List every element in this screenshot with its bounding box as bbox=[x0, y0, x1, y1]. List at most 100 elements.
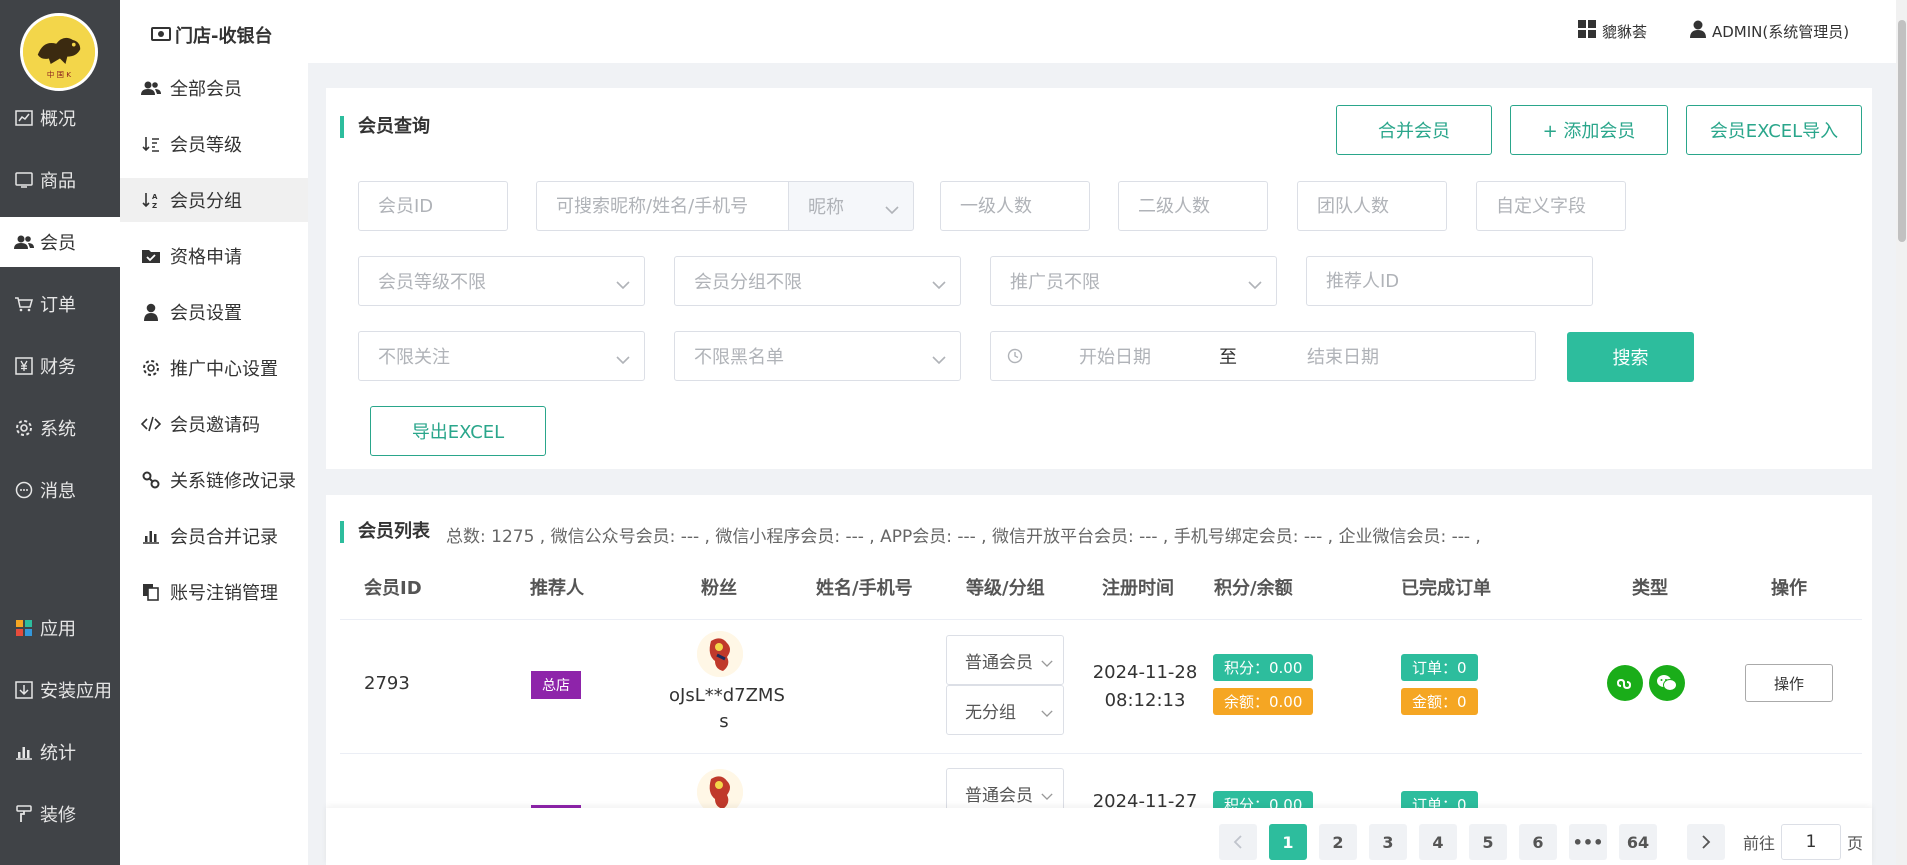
page-button[interactable]: 64 bbox=[1619, 824, 1657, 860]
nav-item-8[interactable]: 安装应用 bbox=[0, 665, 120, 715]
nav-item-label: 安装应用 bbox=[40, 681, 112, 702]
row-group-select[interactable]: 无分组 bbox=[946, 685, 1064, 735]
member-id-input[interactable] bbox=[378, 195, 507, 217]
fan-name[interactable]: oJsL**d7ZMS s bbox=[669, 683, 785, 735]
subnav-item-0[interactable]: 全部会员 bbox=[120, 66, 308, 110]
chevron-down-icon bbox=[1041, 653, 1053, 673]
member-id-field[interactable] bbox=[358, 181, 508, 231]
merge-member-button[interactable]: 合并会员 bbox=[1336, 105, 1492, 155]
nav-item-label: 系统 bbox=[40, 419, 76, 440]
subnav-item-5[interactable]: 推广中心设置 bbox=[120, 346, 308, 390]
keyword-field[interactable] bbox=[536, 181, 789, 231]
keyword-type-select[interactable]: 昵称 bbox=[788, 181, 914, 231]
chevron-down-icon bbox=[885, 199, 899, 220]
subnav-item-1[interactable]: 会员等级 bbox=[120, 122, 308, 166]
follow-select[interactable]: 不限关注 bbox=[358, 331, 645, 381]
tv-icon bbox=[13, 169, 35, 191]
end-date-input[interactable]: 结束日期 bbox=[1307, 343, 1379, 369]
keyword-input[interactable] bbox=[556, 195, 789, 217]
custom-field[interactable] bbox=[1476, 181, 1626, 231]
page-button[interactable]: ••• bbox=[1569, 824, 1607, 860]
scrollbar-thumb[interactable] bbox=[1898, 20, 1906, 242]
subnav-item-4[interactable]: 会员设置 bbox=[120, 290, 308, 334]
referrer-id-input[interactable] bbox=[1326, 270, 1592, 292]
nav-item-5[interactable]: 系统 bbox=[0, 403, 120, 453]
nav-item-9[interactable]: 统计 bbox=[0, 727, 120, 777]
import-excel-button[interactable]: 会员EXCEL导入 bbox=[1686, 105, 1862, 155]
nav-item-1[interactable]: 商品 bbox=[0, 155, 120, 205]
level2-count-input[interactable] bbox=[1138, 195, 1267, 217]
qilin-logo-icon: 中 国 K bbox=[23, 16, 95, 88]
svg-text:A: A bbox=[152, 193, 158, 201]
referrer-id-field[interactable] bbox=[1306, 256, 1593, 306]
date-range-picker[interactable]: 开始日期 至 结束日期 bbox=[990, 331, 1536, 381]
group-select[interactable]: 会员分组不限 bbox=[674, 256, 961, 306]
level-select[interactable]: 会员等级不限 bbox=[358, 256, 645, 306]
page-button[interactable]: 6 bbox=[1519, 824, 1557, 860]
search-button[interactable]: 搜索 bbox=[1567, 332, 1694, 382]
promoter-select[interactable]: 推广员不限 bbox=[990, 256, 1277, 306]
subnav-item-3[interactable]: 资格申请 bbox=[120, 234, 308, 278]
level2-count-field[interactable] bbox=[1118, 181, 1268, 231]
subnav-item-6[interactable]: 会员邀请码 bbox=[120, 402, 308, 446]
subnav-item-label: 会员等级 bbox=[170, 135, 242, 156]
nav-item-4[interactable]: 财务 bbox=[0, 341, 120, 391]
row-level-value: 普通会员 bbox=[965, 785, 1033, 806]
nav-item-3[interactable]: 订单 bbox=[0, 279, 120, 329]
column-header: 等级/分组 bbox=[966, 578, 1045, 599]
subnav-item-8[interactable]: 会员合并记录 bbox=[120, 514, 308, 558]
nav-item-label: 商品 bbox=[40, 171, 76, 192]
next-page-button[interactable] bbox=[1687, 824, 1725, 860]
export-excel-button[interactable]: 导出EXCEL bbox=[370, 406, 546, 456]
row-action-button[interactable]: 操作 bbox=[1745, 664, 1833, 702]
jump-input[interactable]: 1 bbox=[1781, 824, 1842, 860]
subnav-item-7[interactable]: 关系链修改记录 bbox=[120, 458, 308, 502]
subnav-item-label: 会员分组 bbox=[170, 191, 242, 212]
prev-page-button[interactable] bbox=[1219, 824, 1257, 860]
level1-count-field[interactable] bbox=[940, 181, 1090, 231]
keyword-type-value: 昵称 bbox=[808, 197, 844, 218]
level1-count-input[interactable] bbox=[960, 195, 1089, 217]
nav-item-7[interactable]: 应用 bbox=[0, 603, 120, 653]
team-count-input[interactable] bbox=[1317, 195, 1446, 217]
nav-item-label: 概况 bbox=[40, 109, 76, 130]
reg-date: 2024-11-28 bbox=[1092, 662, 1198, 683]
page-button[interactable]: 1 bbox=[1269, 824, 1307, 860]
row-level-select[interactable]: 普通会员 bbox=[946, 635, 1064, 685]
jump-suffix: 页 bbox=[1847, 834, 1864, 853]
nav-item-label: 订单 bbox=[40, 295, 76, 316]
subnav-item-9[interactable]: 账号注销管理 bbox=[120, 570, 308, 614]
list-title: 会员列表 bbox=[340, 521, 430, 543]
user-menu[interactable]: ADMIN(系统管理员) bbox=[1690, 20, 1849, 42]
subnav-item-label: 推广中心设置 bbox=[170, 359, 278, 380]
nav-item-6[interactable]: 消息 bbox=[0, 465, 120, 515]
page-button[interactable]: 2 bbox=[1319, 824, 1357, 860]
blacklist-select[interactable]: 不限黑名单 bbox=[674, 331, 961, 381]
svg-text:中 国 K: 中 国 K bbox=[47, 70, 71, 79]
fan-avatar[interactable] bbox=[697, 631, 743, 677]
column-header: 操作 bbox=[1771, 578, 1807, 599]
custom-field-input[interactable] bbox=[1496, 195, 1625, 217]
column-header: 姓名/手机号 bbox=[816, 578, 913, 599]
nav-item-0[interactable]: 概况 bbox=[0, 93, 120, 143]
miniprogram-icon bbox=[1607, 665, 1643, 701]
page-button[interactable]: 3 bbox=[1369, 824, 1407, 860]
page-button[interactable]: 4 bbox=[1419, 824, 1457, 860]
page-button[interactable]: 5 bbox=[1469, 824, 1507, 860]
user-icon bbox=[1690, 20, 1706, 42]
subnav-item-label: 账号注销管理 bbox=[170, 583, 278, 604]
svg-text:Z: Z bbox=[152, 202, 157, 209]
chevron-down-icon bbox=[932, 349, 946, 370]
member-id-cell[interactable]: 2793 bbox=[364, 673, 410, 694]
brand-logo[interactable]: 中 国 K bbox=[20, 13, 98, 91]
add-member-button[interactable]: + 添加会员 bbox=[1510, 105, 1668, 155]
store-name: 貔貅荟 bbox=[1602, 22, 1648, 41]
chart-line-icon bbox=[13, 107, 35, 129]
nav-item-2[interactable]: 会员 bbox=[0, 217, 120, 267]
nav-item-10[interactable]: 装修 bbox=[0, 789, 120, 839]
team-count-field[interactable] bbox=[1297, 181, 1447, 231]
store-switch[interactable]: 貔貅荟 bbox=[1578, 20, 1647, 42]
subnav-item-2[interactable]: A Z 会员分组 bbox=[120, 178, 308, 222]
start-date-input[interactable]: 开始日期 bbox=[1079, 343, 1219, 369]
date-separator: 至 bbox=[1219, 347, 1237, 368]
